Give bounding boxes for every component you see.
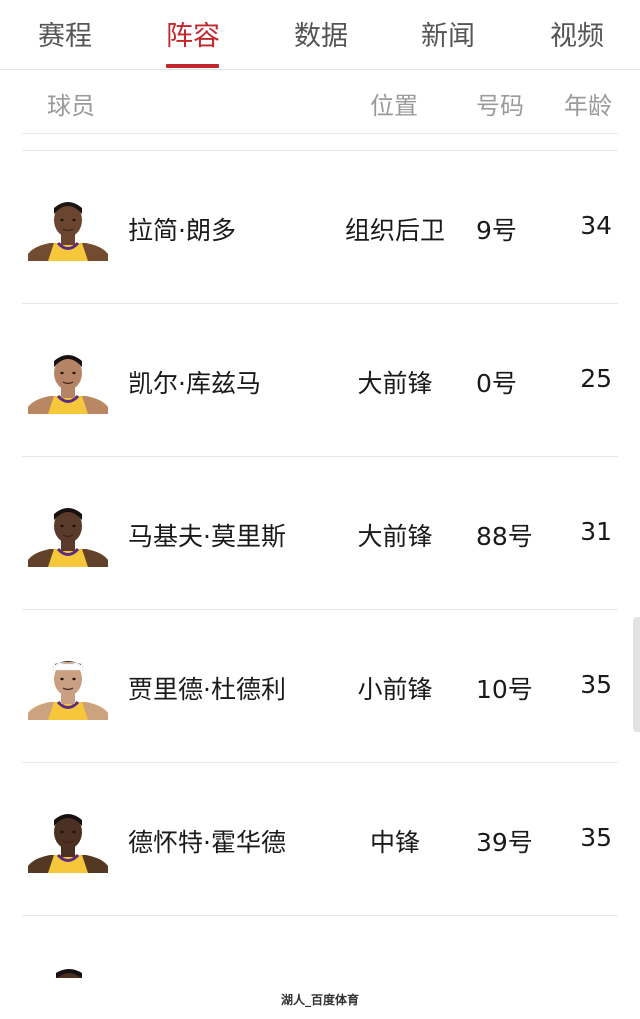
player-avatar <box>28 808 108 873</box>
row-divider <box>22 915 618 916</box>
tab-schedule[interactable]: 赛程 <box>38 14 92 53</box>
player-name: 德怀特·霍华德 <box>128 828 286 857</box>
column-header-player: 球员 <box>47 92 95 120</box>
player-avatar <box>28 655 108 720</box>
scrollbar-handle[interactable] <box>633 617 640 732</box>
player-position: 大前锋 <box>357 369 433 398</box>
header-divider <box>22 133 618 134</box>
tab-news[interactable]: 新闻 <box>421 14 475 53</box>
player-avatar <box>28 349 108 414</box>
player-number: 0号 <box>476 369 517 398</box>
player-age: 35 <box>580 823 612 852</box>
player-age: 35 <box>580 670 612 699</box>
player-row[interactable]: 马基夫·莫里斯 大前锋 88号 31 <box>0 457 640 609</box>
tab-stats[interactable]: 数据 <box>294 14 348 53</box>
player-row[interactable]: 拉简·朗多 组织后卫 9号 34 <box>0 151 640 303</box>
player-row[interactable]: 德怀特·霍华德 中锋 39号 35 <box>0 763 640 915</box>
player-position: 组织后卫 <box>344 216 445 245</box>
player-age: 34 <box>580 211 612 240</box>
tab-roster[interactable]: 阵容 <box>166 14 220 53</box>
player-row[interactable]: 贾里德·杜德利 小前锋 10号 35 <box>0 610 640 762</box>
player-name: 贾里德·杜德利 <box>128 675 286 704</box>
player-position: 小前锋 <box>357 675 433 704</box>
column-header-age: 年龄 <box>564 92 612 120</box>
player-number: 88号 <box>476 522 533 551</box>
player-number: 10号 <box>476 675 533 704</box>
active-tab-indicator <box>166 64 219 68</box>
player-row[interactable]: 凯尔·库兹马 大前锋 0号 25 <box>0 304 640 456</box>
player-name: 马基夫·莫里斯 <box>128 522 286 551</box>
player-age: 25 <box>580 364 612 393</box>
player-age: 31 <box>580 517 612 546</box>
tab-video[interactable]: 视频 <box>550 14 604 53</box>
player-name: 拉简·朗多 <box>128 216 236 245</box>
column-header-position: 位置 <box>370 92 418 120</box>
player-number: 39号 <box>476 828 533 857</box>
player-avatar <box>28 196 108 261</box>
player-avatar <box>28 502 108 567</box>
player-name: 凯尔·库兹马 <box>128 369 261 398</box>
player-position: 中锋 <box>369 828 420 857</box>
player-position: 大前锋 <box>357 522 433 551</box>
player-number: 9号 <box>476 216 517 245</box>
watermark: 湖人_百度体育 <box>280 993 359 1007</box>
column-header-number: 号码 <box>476 92 524 120</box>
tab-bar: 赛程 阵容 数据 新闻 视频 <box>0 0 640 70</box>
